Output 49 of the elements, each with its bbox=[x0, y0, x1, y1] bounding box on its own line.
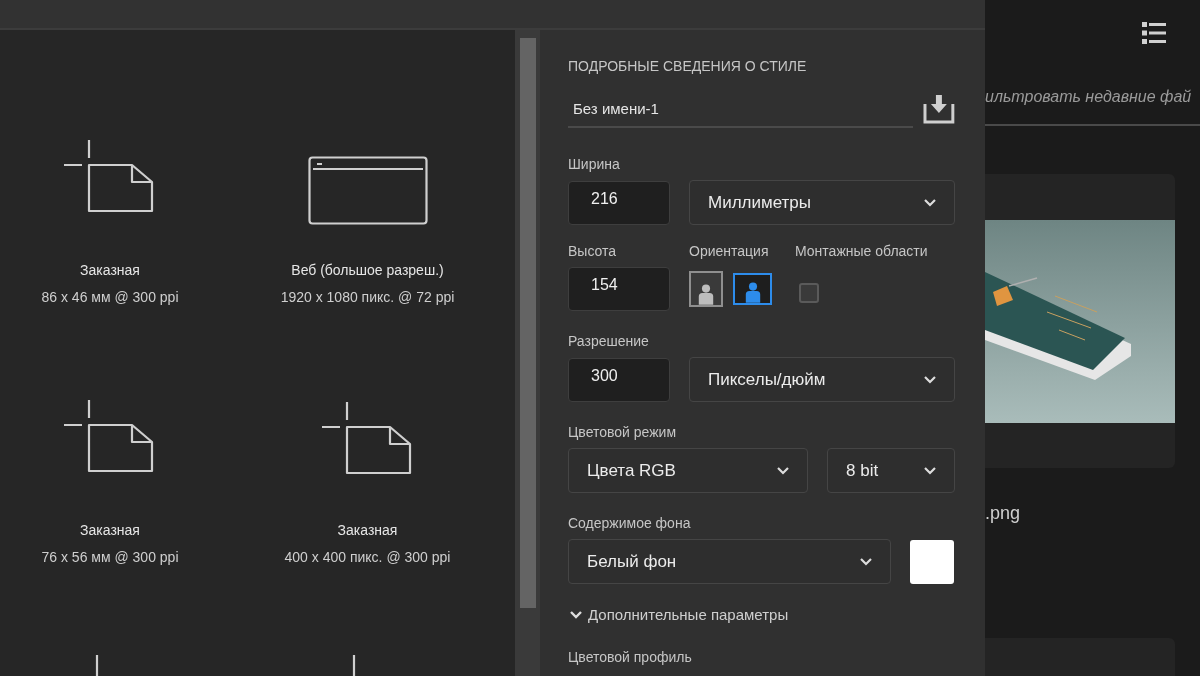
chevron-icon bbox=[777, 466, 789, 475]
scrollbar-thumb[interactable] bbox=[519, 38, 536, 608]
background-dropdown[interactable]: Белый фон bbox=[568, 539, 891, 584]
preset-size: 86 x 46 мм @ 300 ppi bbox=[41, 289, 179, 305]
file-card[interactable] bbox=[985, 174, 1175, 468]
color-mode-dropdown[interactable]: Цвета RGB bbox=[568, 448, 808, 493]
preset-size: 1920 x 1080 пикс. @ 72 ppi bbox=[280, 289, 455, 305]
field-label: Монтажные области bbox=[795, 243, 928, 259]
scrollbar[interactable] bbox=[515, 30, 540, 676]
section-heading: ПОДРОБНЫЕ СВЕДЕНИЯ О СТИЛЕ bbox=[568, 58, 808, 74]
field-label: Ширина bbox=[568, 156, 621, 172]
field-label: Цветовой профиль bbox=[568, 649, 693, 665]
browser-window-icon[interactable] bbox=[307, 156, 428, 226]
field-label: Цветовой режим bbox=[568, 424, 677, 440]
person-icon bbox=[697, 283, 715, 305]
field-label: Ориентация bbox=[689, 243, 770, 259]
field-label: Разрешение bbox=[568, 333, 650, 349]
chevron-icon bbox=[924, 466, 936, 475]
color-swatch[interactable] bbox=[910, 539, 954, 584]
tick-mark-icon bbox=[352, 655, 356, 676]
field-label: Содержимое фона bbox=[568, 515, 692, 531]
landscape-orientation-button[interactable] bbox=[733, 273, 772, 305]
preset-title: Заказная bbox=[337, 522, 398, 538]
preset-title: Заказная bbox=[80, 262, 140, 278]
advanced-options-toggle[interactable]: Дополнительные параметры bbox=[570, 606, 789, 623]
list-view-icon[interactable] bbox=[1142, 22, 1166, 44]
preset-title: Веб (большое разреш.) bbox=[291, 262, 444, 278]
file-name: .png bbox=[985, 503, 1022, 524]
artboards-checkbox[interactable] bbox=[799, 283, 819, 303]
tick-mark-icon bbox=[94, 655, 99, 676]
bit-depth-dropdown[interactable]: 8 bit bbox=[827, 448, 955, 493]
chevron-icon bbox=[924, 375, 936, 384]
portrait-orientation-button[interactable] bbox=[689, 271, 723, 307]
unit-dropdown[interactable]: Пикселы/дюйм bbox=[689, 357, 955, 402]
person-icon bbox=[743, 281, 762, 303]
filter-field[interactable]: ильтровать недавние фай bbox=[985, 74, 1200, 126]
unit-dropdown[interactable]: Миллиметры bbox=[689, 180, 955, 225]
resolution-field[interactable]: 300 bbox=[568, 357, 670, 402]
width-field[interactable]: 216 bbox=[568, 180, 670, 225]
preset-title: Заказная bbox=[80, 522, 140, 538]
chevron-icon bbox=[924, 198, 936, 207]
name-field[interactable]: Без имени-1 bbox=[568, 90, 914, 128]
field-label: Высота bbox=[568, 243, 618, 259]
chevron-icon bbox=[860, 557, 872, 566]
preset-size: 400 x 400 пикс. @ 300 ppi bbox=[284, 549, 451, 565]
preset-size: 76 x 56 мм @ 300 ppi bbox=[41, 549, 179, 565]
chevron-icon bbox=[570, 610, 582, 619]
height-field[interactable]: 154 bbox=[568, 267, 670, 311]
download-icon[interactable] bbox=[923, 94, 955, 124]
